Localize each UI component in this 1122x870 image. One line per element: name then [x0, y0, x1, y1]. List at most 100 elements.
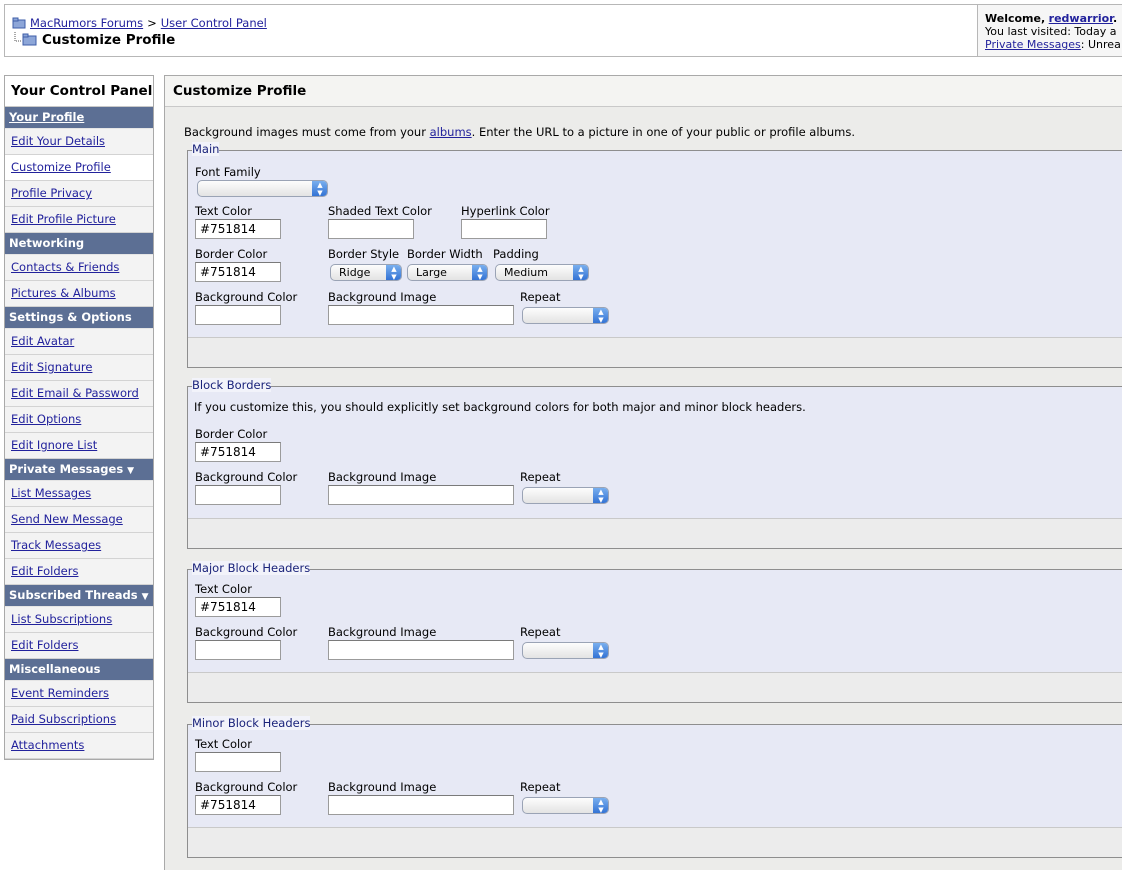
- sidebar-item-event-reminders[interactable]: Event Reminders: [5, 681, 153, 707]
- sidebar-item-customize-profile[interactable]: Customize Profile: [5, 155, 153, 181]
- sidebar-item-label[interactable]: Pictures & Albums: [11, 286, 116, 300]
- sidebar-item-label[interactable]: Edit Profile Picture: [11, 212, 116, 226]
- sidebar-item-edit-signature[interactable]: Edit Signature: [5, 355, 153, 381]
- padding-select[interactable]: Medium ▲ ▼: [495, 264, 589, 281]
- sidebar-item-label[interactable]: Edit Options: [11, 412, 81, 426]
- fieldset-main: Main Font Family ▲ ▼ Text Color #751814 S…: [187, 142, 1122, 368]
- sidebar-item-label[interactable]: Paid Subscriptions: [11, 712, 116, 726]
- sidebar-item-sub-edit-folders[interactable]: Edit Folders: [5, 633, 153, 659]
- sidebar-item-list-messages[interactable]: List Messages: [5, 481, 153, 507]
- bg-image-label: Background Image: [328, 290, 437, 304]
- control-panel-sidebar: Your Control Panel Your Profile Edit You…: [4, 75, 154, 760]
- sidebar-item-label[interactable]: Attachments: [11, 738, 84, 752]
- pm-status-text: : Unrea: [1080, 38, 1121, 51]
- sidebar-item-label[interactable]: Contacts & Friends: [11, 260, 119, 274]
- sidebar-item-edit-email-password[interactable]: Edit Email & Password: [5, 381, 153, 407]
- triangle-down-icon[interactable]: ▼: [127, 461, 134, 482]
- intro-text-end: . Enter the URL to a picture in one of y…: [471, 125, 855, 139]
- repeat-label: Repeat: [520, 625, 561, 639]
- sidebar-item-label[interactable]: Edit Folders: [11, 564, 78, 578]
- border-style-label: Border Style: [328, 247, 400, 261]
- bg-image-input[interactable]: [328, 795, 514, 815]
- border-width-value: Large: [416, 266, 447, 279]
- font-family-label: Font Family: [195, 165, 261, 179]
- sidebar-item-label[interactable]: Track Messages: [11, 538, 101, 552]
- bg-image-input[interactable]: [328, 485, 514, 505]
- bg-color-input[interactable]: [195, 305, 281, 325]
- sidebar-heading-private-messages[interactable]: Private Messages ▼: [5, 459, 153, 481]
- sidebar-item-edit-details[interactable]: Edit Your Details: [5, 129, 153, 155]
- border-style-select[interactable]: Ridge ▲ ▼: [330, 264, 402, 281]
- font-family-select[interactable]: ▲ ▼: [197, 180, 328, 197]
- repeat-select[interactable]: ▲ ▼: [522, 307, 609, 324]
- repeat-select[interactable]: ▲ ▼: [522, 642, 609, 659]
- text-color-input[interactable]: [195, 752, 281, 772]
- sidebar-item-edit-ignore-list[interactable]: Edit Ignore List: [5, 433, 153, 459]
- sidebar-heading-settings-options: Settings & Options: [5, 307, 153, 329]
- bg-image-input[interactable]: [328, 640, 514, 660]
- sidebar-item-label[interactable]: Profile Privacy: [11, 186, 92, 200]
- sidebar-item-edit-profile-picture[interactable]: Edit Profile Picture: [5, 207, 153, 233]
- bg-color-input[interactable]: #751814: [195, 795, 281, 815]
- fieldset-footer: [188, 827, 1122, 857]
- sidebar-heading-miscellaneous: Miscellaneous: [5, 659, 153, 681]
- sidebar-item-label[interactable]: Customize Profile: [11, 160, 111, 174]
- sidebar-item-pm-edit-folders[interactable]: Edit Folders: [5, 559, 153, 585]
- block-borders-note: If you customize this, you should explic…: [194, 400, 806, 414]
- username-link[interactable]: redwarrior: [1049, 12, 1113, 25]
- sidebar-item-send-new-message[interactable]: Send New Message: [5, 507, 153, 533]
- sidebar-item-label[interactable]: Send New Message: [11, 512, 123, 526]
- sidebar-title: Your Control Panel: [5, 76, 153, 107]
- text-color-input[interactable]: #751814: [195, 219, 281, 239]
- sidebar-item-label[interactable]: Edit Avatar: [11, 334, 74, 348]
- breadcrumb-separator: >: [147, 16, 157, 30]
- border-color-input[interactable]: #751814: [195, 262, 281, 282]
- sidebar-item-label[interactable]: Edit Folders: [11, 638, 78, 652]
- breadcrumb-forums-link[interactable]: MacRumors Forums: [30, 16, 143, 30]
- sidebar-item-track-messages[interactable]: Track Messages: [5, 533, 153, 559]
- sidebar-item-label[interactable]: Event Reminders: [11, 686, 109, 700]
- repeat-select[interactable]: ▲ ▼: [522, 487, 609, 504]
- sidebar-item-pictures-albums[interactable]: Pictures & Albums: [5, 281, 153, 307]
- border-color-input[interactable]: #751814: [195, 442, 281, 462]
- shaded-text-color-label: Shaded Text Color: [328, 204, 432, 218]
- sidebar-item-label[interactable]: List Subscriptions: [11, 612, 112, 626]
- sidebar-item-contacts-friends[interactable]: Contacts & Friends: [5, 255, 153, 281]
- sidebar-item-edit-avatar[interactable]: Edit Avatar: [5, 329, 153, 355]
- bg-color-label: Background Color: [195, 625, 298, 639]
- sidebar-heading-subscribed-threads[interactable]: Subscribed Threads ▼: [5, 585, 153, 607]
- repeat-select[interactable]: ▲ ▼: [522, 797, 609, 814]
- sidebar-item-label[interactable]: Edit Email & Password: [11, 386, 139, 400]
- bg-color-input[interactable]: [195, 640, 281, 660]
- hyperlink-color-input[interactable]: [461, 219, 547, 239]
- hyperlink-color-label: Hyperlink Color: [461, 204, 550, 218]
- text-color-label: Text Color: [195, 582, 252, 596]
- top-navbar: MacRumors Forums > User Control Panel Cust…: [4, 4, 1122, 57]
- border-width-select[interactable]: Large ▲ ▼: [407, 264, 488, 281]
- sidebar-item-attachments[interactable]: Attachments: [5, 733, 153, 759]
- albums-link[interactable]: albums: [430, 125, 472, 139]
- sidebar-item-label[interactable]: Edit Ignore List: [11, 438, 97, 452]
- sidebar-item-list-subscriptions[interactable]: List Subscriptions: [5, 607, 153, 633]
- sidebar-item-profile-privacy[interactable]: Profile Privacy: [5, 181, 153, 207]
- bg-image-label: Background Image: [328, 625, 437, 639]
- triangle-down-icon[interactable]: ▼: [142, 587, 149, 608]
- sidebar-heading-link[interactable]: Your Profile: [9, 110, 84, 124]
- fieldset-footer: [188, 672, 1122, 702]
- bg-image-input[interactable]: [328, 305, 514, 325]
- fieldset-legend: Major Block Headers: [192, 561, 311, 575]
- sidebar-item-label[interactable]: Edit Signature: [11, 360, 92, 374]
- private-messages-link[interactable]: Private Messages: [985, 38, 1081, 51]
- sidebar-item-paid-subscriptions[interactable]: Paid Subscriptions: [5, 707, 153, 733]
- sidebar-item-label[interactable]: Edit Your Details: [11, 134, 105, 148]
- breadcrumb-control-panel-link[interactable]: User Control Panel: [161, 16, 267, 30]
- breadcrumb: MacRumors Forums > User Control Panel: [12, 16, 267, 30]
- shaded-text-color-input[interactable]: [328, 219, 414, 239]
- sidebar-heading-your-profile[interactable]: Your Profile: [5, 107, 153, 129]
- fieldset-block-borders: Block Borders If you customize this, you…: [187, 378, 1122, 549]
- sidebar-item-label[interactable]: List Messages: [11, 486, 91, 500]
- bg-color-input[interactable]: [195, 485, 281, 505]
- sidebar-item-edit-options[interactable]: Edit Options: [5, 407, 153, 433]
- bg-color-label: Background Color: [195, 470, 298, 484]
- text-color-input[interactable]: #751814: [195, 597, 281, 617]
